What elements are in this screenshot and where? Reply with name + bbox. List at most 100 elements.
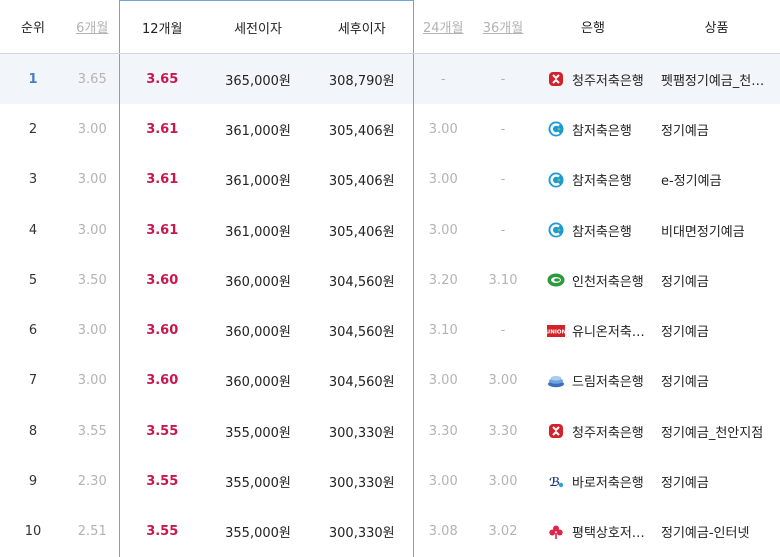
rate-12month-cell: 3.55 bbox=[118, 406, 205, 457]
rate-36month-cell: - bbox=[500, 172, 506, 188]
table-row[interactable]: 2 3.00 3.61 361,000원 305,406원 3.00 - 참저축… bbox=[0, 104, 780, 155]
rate-24month-cell: 3.00 bbox=[428, 121, 458, 137]
pretax-interest-cell: 355,000원 bbox=[225, 425, 291, 441]
product-name-link[interactable]: 정기예금 bbox=[661, 271, 771, 290]
rate-24month-cell: 3.20 bbox=[428, 272, 458, 288]
bank-cell[interactable]: 인천저축은행 bbox=[533, 255, 653, 305]
svg-text:ℬ: ℬ bbox=[549, 475, 560, 489]
rank-cell: 3 bbox=[28, 172, 38, 188]
product-name-link[interactable]: e-정기예금 bbox=[661, 170, 771, 189]
rank-cell: 8 bbox=[28, 423, 38, 439]
bank-cell[interactable]: 참저축은행 bbox=[533, 155, 653, 205]
header-bank: 은행 bbox=[533, 0, 653, 54]
dream-logo-icon bbox=[547, 372, 565, 390]
rate-36month-cell: 3.02 bbox=[488, 524, 518, 540]
cheongju-logo-icon bbox=[547, 70, 565, 88]
table-row[interactable]: 6 3.00 3.60 360,000원 304,560원 3.10 - UNI… bbox=[0, 305, 780, 356]
bank-cell[interactable]: 드림저축은행 bbox=[533, 356, 653, 406]
baro-logo-icon: ℬ bbox=[547, 473, 565, 491]
rate-6month-cell: 3.55 bbox=[77, 423, 107, 439]
product-name-link[interactable]: 정기예금 bbox=[661, 120, 771, 139]
product-name-link[interactable]: 비대면정기예금 bbox=[661, 221, 771, 240]
pretax-interest-cell: 360,000원 bbox=[225, 325, 291, 341]
product-name-link[interactable]: 펫팸정기예금_천… bbox=[661, 70, 771, 89]
bank-cell[interactable]: 참저축은행 bbox=[533, 205, 653, 255]
rate-24month-cell: 3.00 bbox=[428, 222, 458, 238]
header-product: 상품 bbox=[653, 0, 780, 54]
product-name-link[interactable]: 정기예금 bbox=[661, 472, 771, 491]
product-cell[interactable]: 정기예금_천안지점 bbox=[653, 406, 780, 456]
bank-cell[interactable]: UNION 유니온저축… bbox=[533, 305, 653, 355]
posttax-interest-cell: 300,330원 bbox=[311, 506, 414, 557]
header-posttax-interest: 세후이자 bbox=[311, 0, 414, 54]
rate-6month-cell: 3.00 bbox=[77, 222, 107, 238]
table-row[interactable]: 1 3.65 3.65 365,000원 308,790원 - - 청주저축은행… bbox=[0, 53, 780, 105]
pretax-interest-cell: 355,000원 bbox=[225, 526, 291, 542]
posttax-interest-cell: 308,790원 bbox=[311, 53, 414, 105]
product-cell[interactable]: 정기예금 bbox=[653, 104, 780, 154]
rate-36month-cell: - bbox=[500, 222, 506, 238]
pretax-interest-cell: 355,000원 bbox=[225, 476, 291, 492]
posttax-interest-cell: 305,406원 bbox=[311, 104, 414, 155]
posttax-interest-cell: 304,560원 bbox=[311, 305, 414, 356]
rate-36month-cell: - bbox=[500, 323, 506, 339]
pretax-interest-cell: 361,000원 bbox=[225, 123, 291, 139]
union-logo-icon: UNION bbox=[547, 322, 565, 340]
rate-24month-cell: 3.08 bbox=[428, 524, 458, 540]
header-24month-link[interactable]: 24개월 bbox=[413, 0, 473, 54]
bank-name: 참저축은행 bbox=[572, 123, 632, 139]
posttax-interest-cell: 305,406원 bbox=[311, 204, 414, 256]
product-name-link[interactable]: 정기예금-인터넷 bbox=[661, 522, 771, 541]
product-cell[interactable]: 비대면정기예금 bbox=[653, 205, 780, 255]
table-row[interactable]: 4 3.00 3.61 361,000원 305,406원 3.00 - 참저축… bbox=[0, 204, 780, 256]
rate-12month-cell: 3.61 bbox=[118, 154, 205, 205]
header-pretax-interest: 세전이자 bbox=[205, 0, 311, 54]
header-36month-link[interactable]: 36개월 bbox=[473, 0, 533, 54]
svg-text:UNION: UNION bbox=[547, 329, 565, 335]
pretax-interest-cell: 361,000원 bbox=[225, 224, 291, 240]
bank-cell[interactable]: 청주저축은행 bbox=[533, 406, 653, 456]
product-cell[interactable]: e-정기예금 bbox=[653, 155, 780, 205]
pretax-interest-cell: 360,000원 bbox=[225, 274, 291, 290]
product-name-link[interactable]: 정기예금_천안지점 bbox=[661, 422, 771, 441]
table-row[interactable]: 9 2.30 3.55 355,000원 300,330원 3.00 3.00 … bbox=[0, 456, 780, 507]
bank-cell[interactable]: 평택상호저… bbox=[533, 507, 653, 557]
header-6month-link[interactable]: 6개월 bbox=[66, 0, 119, 54]
bank-cell[interactable]: 참저축은행 bbox=[533, 104, 653, 154]
rate-36month-cell: - bbox=[500, 121, 506, 137]
product-cell[interactable]: 정기예금 bbox=[653, 356, 780, 406]
rate-24month-cell: 3.00 bbox=[428, 373, 458, 389]
table-row[interactable]: 3 3.00 3.61 361,000원 305,406원 3.00 - 참저축… bbox=[0, 154, 780, 205]
bank-name: 인천저축은행 bbox=[572, 274, 644, 290]
table-row[interactable]: 10 2.51 3.55 355,000원 300,330원 3.08 3.02… bbox=[0, 506, 780, 557]
rate-24month-cell: 3.30 bbox=[428, 423, 458, 439]
table-header-row: 순위 6개월 12개월 세전이자 세후이자 24개월 36개월 은행 상품 bbox=[0, 0, 780, 54]
rate-12month-cell: 3.61 bbox=[118, 104, 205, 155]
bank-cell[interactable]: 청주저축은행 bbox=[533, 53, 653, 105]
incheon-logo-icon bbox=[547, 271, 565, 289]
rate-6month-cell: 2.51 bbox=[77, 524, 107, 540]
rate-36month-cell: - bbox=[473, 53, 533, 105]
table-row[interactable]: 5 3.50 3.60 360,000원 304,560원 3.20 3.10 … bbox=[0, 255, 780, 306]
product-name-link[interactable]: 정기예금 bbox=[661, 371, 771, 390]
product-cell[interactable]: 펫팸정기예금_천… bbox=[653, 53, 780, 105]
rank-cell: 7 bbox=[28, 373, 38, 389]
posttax-interest-cell: 304,560원 bbox=[311, 355, 414, 407]
product-name-link[interactable]: 정기예금 bbox=[661, 321, 771, 340]
rank-cell: 1 bbox=[0, 53, 66, 105]
rate-12month-cell: 3.60 bbox=[118, 305, 205, 356]
bank-name: 청주저축은행 bbox=[572, 73, 644, 89]
table-row[interactable]: 8 3.55 3.55 355,000원 300,330원 3.30 3.30 … bbox=[0, 406, 780, 457]
bank-cell[interactable]: ℬ 바로저축은행 bbox=[533, 456, 653, 506]
product-cell[interactable]: 정기예금 bbox=[653, 305, 780, 355]
product-cell[interactable]: 정기예금-인터넷 bbox=[653, 507, 780, 557]
product-cell[interactable]: 정기예금 bbox=[653, 456, 780, 506]
rate-24month-cell: 3.10 bbox=[428, 323, 458, 339]
bank-name: 바로저축은행 bbox=[572, 476, 644, 492]
posttax-interest-cell: 300,330원 bbox=[311, 456, 414, 507]
rate-12month-cell: 3.61 bbox=[118, 204, 205, 256]
product-cell[interactable]: 정기예금 bbox=[653, 255, 780, 305]
table-row[interactable]: 7 3.00 3.60 360,000원 304,560원 3.00 3.00 … bbox=[0, 355, 780, 407]
rate-6month-cell: 3.00 bbox=[77, 323, 107, 339]
rate-36month-cell: 3.10 bbox=[488, 272, 518, 288]
